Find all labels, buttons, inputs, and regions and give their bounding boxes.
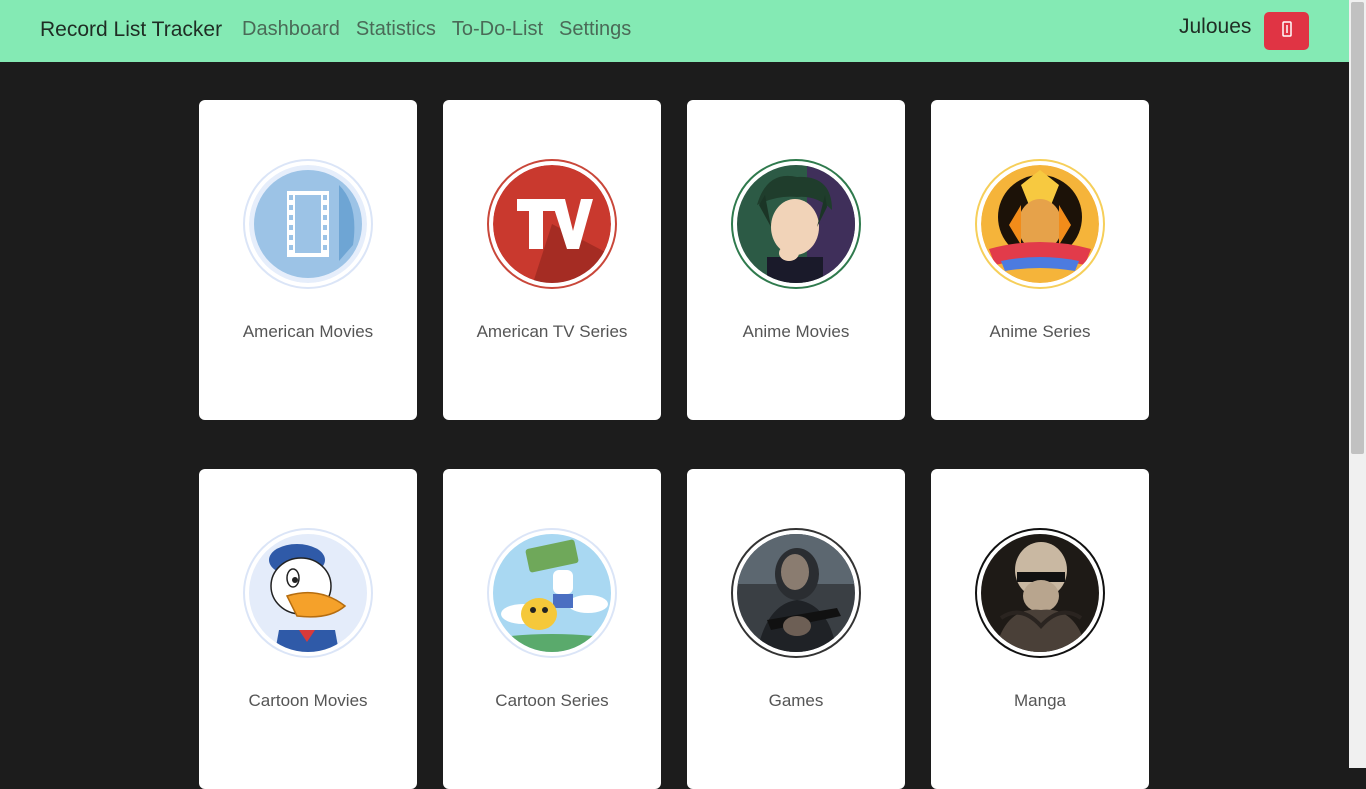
anime-character-icon [737,165,855,283]
brand-title[interactable]: Record List Tracker [40,18,222,42]
avatar-ring [975,159,1105,289]
category-label: Manga [1014,691,1066,710]
category-card-anime-series[interactable]: Anime Series [931,100,1149,420]
category-label: Games [768,691,824,710]
avatar-ring [731,159,861,289]
category-card-cartoon-movies[interactable]: Cartoon Movies [199,469,417,789]
username: Juloues [1179,15,1252,38]
category-card-cartoon-series[interactable]: Cartoon Series [443,469,661,789]
category-label: Cartoon Movies [248,691,368,710]
navbar: Record List Tracker Dashboard Statistics… [0,0,1349,62]
avatar-ring [975,528,1105,658]
category-label: Anime Series [989,322,1091,341]
manga-character-icon [981,534,1099,652]
soldier-game-icon [737,534,855,652]
naruto-logo-icon [981,165,1099,283]
category-card-manga[interactable]: Manga [931,469,1149,789]
adventure-time-icon [493,534,611,652]
donald-duck-icon [249,534,367,652]
category-label: American Movies [242,322,374,341]
avatar-ring [243,159,373,289]
category-card-anime-movies[interactable]: Anime Movies [687,100,905,420]
nav-link-settings[interactable]: Settings [559,18,631,41]
avatar-ring [487,528,617,658]
avatar-ring [243,528,373,658]
nav-link-todo-list[interactable]: To-Do-List [452,18,543,41]
nav-links: Dashboard Statistics To-Do-List Settings [242,18,631,41]
nav-link-dashboard[interactable]: Dashboard [242,18,340,41]
category-label: Cartoon Series [495,691,609,710]
category-card-american-movies[interactable]: American Movies [199,100,417,420]
category-card-american-tv-series[interactable]: American TV Series [443,100,661,420]
avatar-ring [731,528,861,658]
category-label: American TV Series [476,322,628,341]
film-reel-icon [249,165,367,283]
category-label: Anime Movies [742,322,850,341]
tv-logo-icon [493,165,611,283]
logout-icon [1280,20,1294,42]
logout-button[interactable] [1264,12,1309,50]
avatar-ring [487,159,617,289]
scrollbar-thumb[interactable] [1351,2,1364,454]
category-card-games[interactable]: Games [687,469,905,789]
nav-link-statistics[interactable]: Statistics [356,18,436,41]
